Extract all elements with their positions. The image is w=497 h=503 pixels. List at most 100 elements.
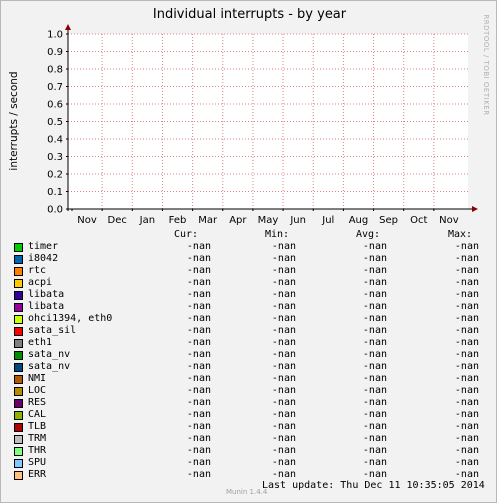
legend-swatch bbox=[14, 399, 23, 408]
chart-frame: Individual interrupts - by year interrup… bbox=[0, 0, 497, 503]
legend-row: sata_nv -nan -nan -nan -nan bbox=[1, 361, 496, 373]
legend-max-value: -nan bbox=[454, 349, 479, 360]
legend-row: acpi -nan -nan -nan -nan bbox=[1, 277, 496, 289]
legend-max-value: -nan bbox=[454, 457, 479, 468]
legend-label: libata bbox=[28, 289, 65, 300]
legend-max-value: -nan bbox=[454, 289, 479, 300]
legend-swatch bbox=[14, 423, 23, 432]
legend-swatch bbox=[14, 267, 23, 276]
x-tick-label: Oct bbox=[410, 215, 427, 226]
legend-avg-value: -nan bbox=[362, 265, 387, 276]
legend-min-value: -nan bbox=[271, 337, 296, 348]
legend-min-value: -nan bbox=[271, 397, 296, 408]
legend-row: RES -nan -nan -nan -nan bbox=[1, 397, 496, 409]
legend-min-value: -nan bbox=[271, 289, 296, 300]
legend-cur-value: -nan bbox=[186, 385, 211, 396]
legend-max-value: -nan bbox=[454, 265, 479, 276]
legend-avg-value: -nan bbox=[362, 301, 387, 312]
legend-max-value: -nan bbox=[454, 337, 479, 348]
legend-swatch bbox=[14, 435, 23, 444]
legend-min-value: -nan bbox=[271, 265, 296, 276]
legend-min-value: -nan bbox=[271, 313, 296, 324]
legend-swatch bbox=[14, 363, 23, 372]
legend-swatch bbox=[14, 327, 23, 336]
legend-cur-value: -nan bbox=[186, 421, 211, 432]
legend-row: rtc -nan -nan -nan -nan bbox=[1, 265, 496, 277]
x-tick-label: Aug bbox=[349, 215, 369, 226]
legend-row: i8042 -nan -nan -nan -nan bbox=[1, 253, 496, 265]
x-tick-label: Nov bbox=[439, 215, 459, 226]
legend-cur-value: -nan bbox=[186, 409, 211, 420]
legend-max-value: -nan bbox=[454, 241, 479, 252]
legend-cur-value: -nan bbox=[186, 337, 211, 348]
x-tick-label: Dec bbox=[108, 215, 127, 226]
y-tick-label: 1.0 bbox=[47, 30, 63, 41]
legend-label: LOC bbox=[28, 385, 47, 396]
legend-swatch bbox=[14, 291, 23, 300]
legend-min-value: -nan bbox=[271, 409, 296, 420]
x-tick-label: Mar bbox=[198, 215, 218, 226]
x-tick-label: Nov bbox=[77, 215, 97, 226]
legend-avg-value: -nan bbox=[362, 409, 387, 420]
legend-min-value: -nan bbox=[271, 373, 296, 384]
legend-max-value: -nan bbox=[454, 385, 479, 396]
legend-swatch bbox=[14, 387, 23, 396]
legend-row: TRM -nan -nan -nan -nan bbox=[1, 433, 496, 445]
x-tick-label: Jun bbox=[289, 215, 306, 226]
legend-label: ERR bbox=[28, 469, 47, 480]
legend-label: RES bbox=[28, 397, 47, 408]
legend-cur-value: -nan bbox=[186, 289, 211, 300]
last-update-value: Thu Dec 11 10:35:05 2014 bbox=[340, 480, 485, 491]
legend-max-value: -nan bbox=[454, 433, 479, 444]
legend-label: rtc bbox=[28, 265, 47, 276]
legend-row: CAL -nan -nan -nan -nan bbox=[1, 409, 496, 421]
legend-avg-value: -nan bbox=[362, 313, 387, 324]
legend-cur-value: -nan bbox=[186, 277, 211, 288]
legend-label: timer bbox=[28, 241, 59, 252]
legend-max-value: -nan bbox=[454, 445, 479, 456]
legend-avg-value: -nan bbox=[362, 253, 387, 264]
last-update: Last update: Thu Dec 11 10:35:05 2014 bbox=[262, 480, 485, 491]
y-tick-label: 0.8 bbox=[47, 65, 63, 76]
legend-max-value: -nan bbox=[454, 409, 479, 420]
legend-label: acpi bbox=[28, 277, 53, 288]
legend-row: NMI -nan -nan -nan -nan bbox=[1, 373, 496, 385]
legend-avg-value: -nan bbox=[362, 337, 387, 348]
legend-cur-value: -nan bbox=[186, 253, 211, 264]
legend-max-value: -nan bbox=[454, 313, 479, 324]
legend-header-max: Max: bbox=[448, 229, 473, 240]
y-tick-label: 0.9 bbox=[47, 47, 63, 58]
legend-swatch bbox=[14, 447, 23, 456]
x-tick-label: Jan bbox=[139, 215, 155, 226]
legend-min-value: -nan bbox=[271, 445, 296, 456]
legend-header-avg: Avg: bbox=[356, 229, 381, 240]
legend-max-value: -nan bbox=[454, 373, 479, 384]
legend-header-cur: Cur: bbox=[174, 229, 199, 240]
legend-label: libata bbox=[28, 301, 65, 312]
legend-swatch bbox=[14, 339, 23, 348]
legend-avg-value: -nan bbox=[362, 469, 387, 480]
legend-avg-value: -nan bbox=[362, 421, 387, 432]
legend-avg-value: -nan bbox=[362, 289, 387, 300]
legend-swatch bbox=[14, 243, 23, 252]
y-tick-label: 0.1 bbox=[47, 187, 63, 198]
y-axis-arrow bbox=[65, 24, 71, 30]
legend-swatch bbox=[14, 375, 23, 384]
legend-row: sata_sil -nan -nan -nan -nan bbox=[1, 325, 496, 337]
legend-row: libata -nan -nan -nan -nan bbox=[1, 301, 496, 313]
legend-avg-value: -nan bbox=[362, 325, 387, 336]
legend-label: i8042 bbox=[28, 253, 59, 264]
last-update-label: Last update: bbox=[262, 480, 335, 491]
y-tick-label: 0.2 bbox=[47, 170, 63, 181]
legend-min-value: -nan bbox=[271, 253, 296, 264]
legend-max-value: -nan bbox=[454, 397, 479, 408]
legend-swatch bbox=[14, 459, 23, 468]
legend-label: eth1 bbox=[28, 337, 53, 348]
legend-max-value: -nan bbox=[454, 469, 479, 480]
legend-row: THR -nan -nan -nan -nan bbox=[1, 445, 496, 457]
x-tick-label: Apr bbox=[229, 215, 247, 226]
legend-swatch bbox=[14, 351, 23, 360]
x-axis-arrow bbox=[472, 206, 478, 212]
legend-avg-value: -nan bbox=[362, 241, 387, 252]
legend-min-value: -nan bbox=[271, 433, 296, 444]
